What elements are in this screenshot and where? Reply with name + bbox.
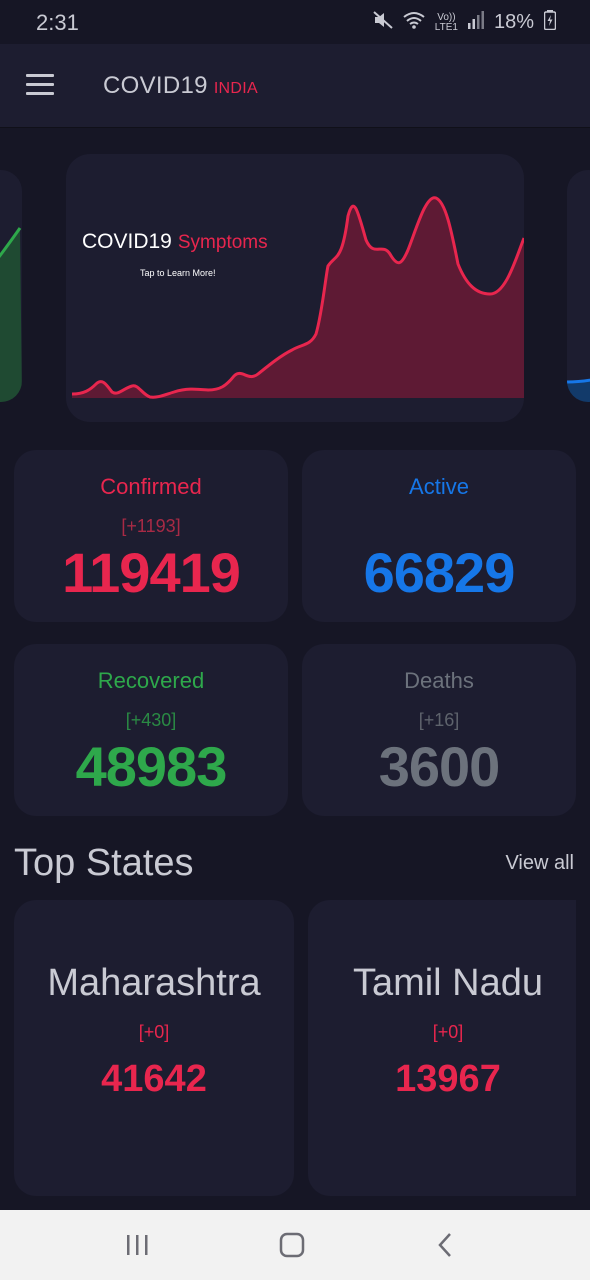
battery-percent: 18% [493,11,534,33]
state-value: 13967 [395,1058,501,1100]
wifi-icon [403,11,425,34]
confirmed-label: Confirmed [100,474,202,499]
state-card-tamil-nadu[interactable]: Tamil Nadu [+0] 13967 [308,900,576,1196]
symptoms-card[interactable]: COVID19 Symptoms Tap to Learn More! [66,154,524,422]
recovered-label: Recovered [97,668,205,693]
recovered-value: 48983 [75,735,228,798]
signal-icon [467,11,484,34]
status-time: 2:31 [36,10,79,35]
view-all-link[interactable]: View all [505,852,574,875]
hamburger-menu-icon[interactable] [26,74,54,96]
deaths-value: 3600 [378,735,501,798]
state-delta: [+0] [138,1022,170,1042]
top-states-title: Top States [14,842,194,884]
state-card-maharashtra[interactable]: Maharashtra [+0] 41642 [14,900,294,1196]
battery-icon [543,10,557,35]
app-screen: 2:31 Vo)) LTE1 18% COVID19 INDIA COVID19… [0,0,590,1280]
back-icon[interactable] [426,1230,466,1260]
symptoms-card-tagline: Tap to Learn More! [140,268,216,278]
symptoms-card-title: COVID19 Symptoms [82,230,268,254]
state-value: 41642 [101,1058,207,1100]
app-bar: COVID19 INDIA [0,44,590,128]
app-title-text: COVID19 [103,72,208,99]
app-subtitle: INDIA [213,80,258,97]
active-label: Active [409,474,469,499]
mute-icon [373,11,393,34]
info-carousel[interactable]: COVID19 Symptoms Tap to Learn More! [0,152,590,424]
confirmed-delta: [+1193] [121,516,181,536]
recents-icon[interactable] [118,1230,158,1260]
active-value: 66829 [363,541,516,604]
symptoms-card-title-accent: Symptoms [177,232,268,253]
deaths-delta: [+16] [418,710,460,730]
lte-indicator: Vo)) LTE1 [434,12,458,33]
lte-label: LTE1 [434,21,458,33]
app-title: COVID19 INDIA [103,72,258,100]
state-name: Maharashtra [47,962,261,1004]
symptoms-chart-graphic [71,196,524,399]
state-name: Tamil Nadu [352,962,544,1004]
system-nav-bar [0,1210,590,1280]
status-bar: 2:31 Vo)) LTE1 18% [0,0,590,44]
carousel-card-previous[interactable] [0,170,22,402]
carousel-card-next[interactable] [567,170,590,402]
active-card[interactable]: Active 66829 [302,450,576,622]
confirmed-card[interactable]: Confirmed [+1193] 119419 [14,450,288,622]
state-delta: [+0] [432,1022,464,1042]
recovered-card[interactable]: Recovered [+430] 48983 [14,644,288,816]
symptoms-card-title-main: COVID19 [82,230,172,253]
deaths-card[interactable]: Deaths [+16] 3600 [302,644,576,816]
status-icons: Vo)) LTE1 18% [373,10,557,35]
confirmed-value: 119419 [62,541,241,604]
deaths-label: Deaths [404,668,474,693]
home-icon[interactable] [272,1230,312,1260]
recovered-delta: [+430] [125,710,177,730]
